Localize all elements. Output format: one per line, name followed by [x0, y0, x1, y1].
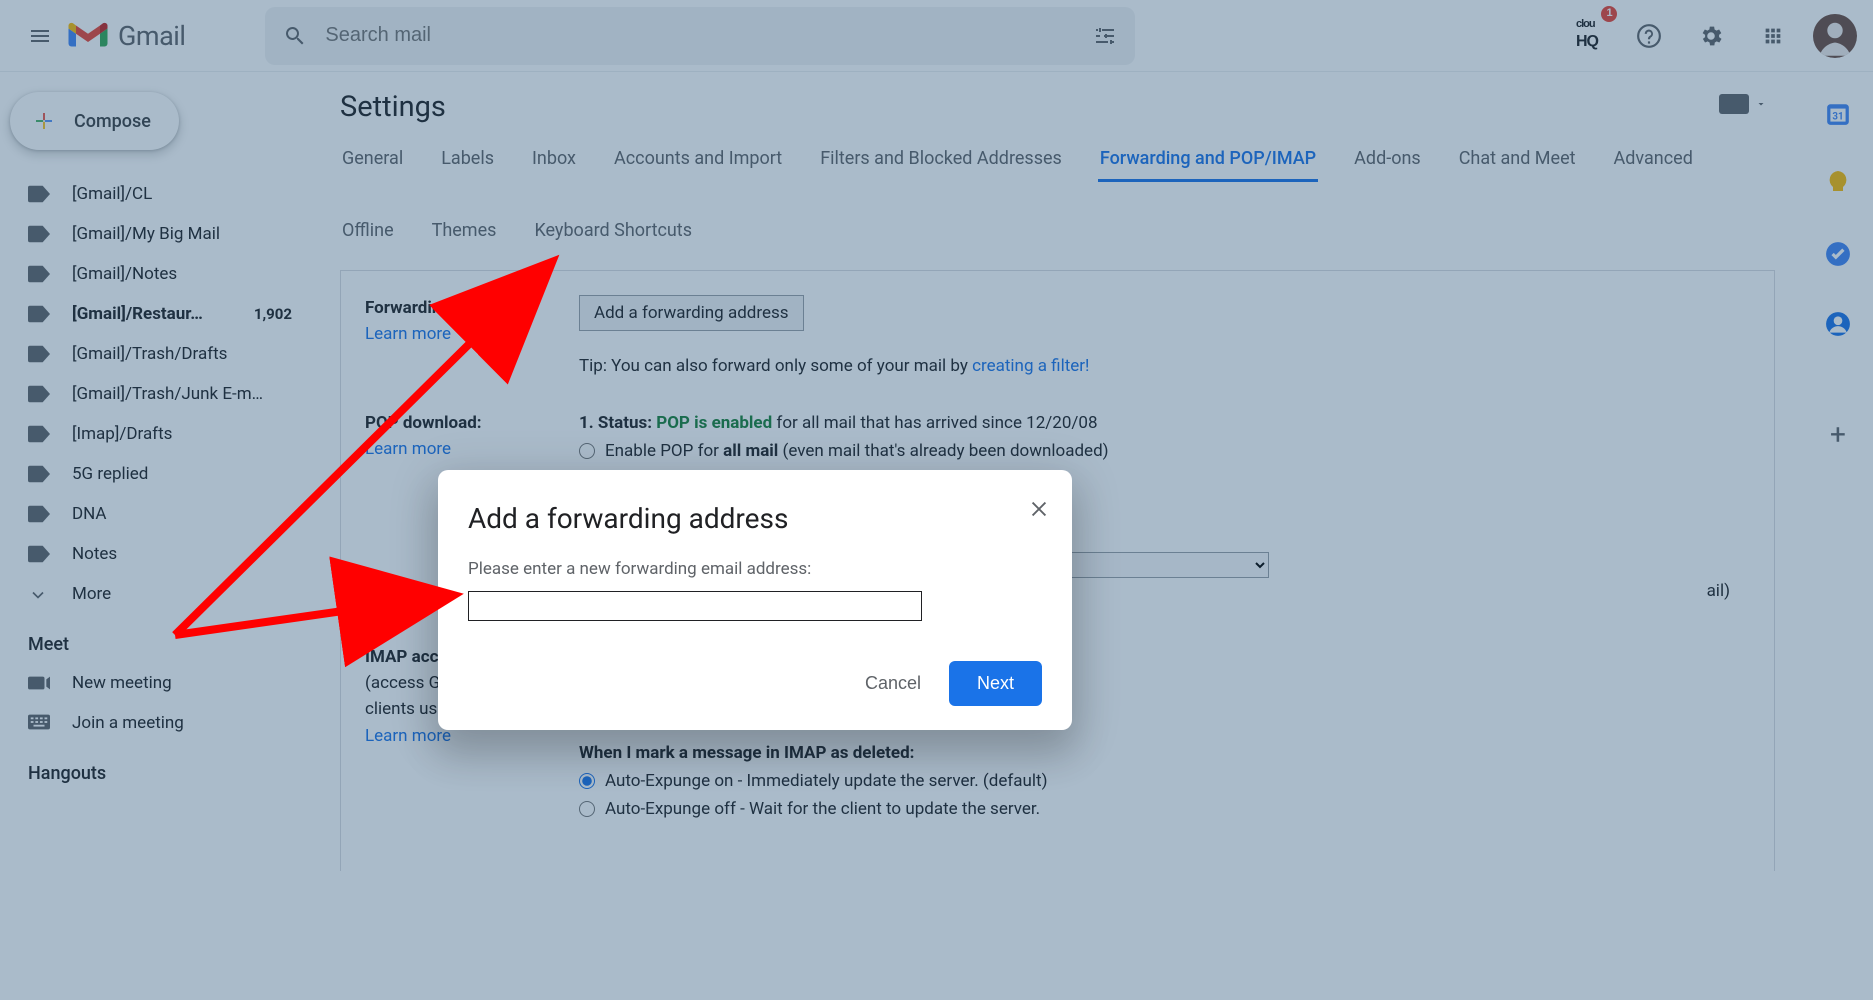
- next-button[interactable]: Next: [949, 661, 1042, 706]
- forwarding-email-input[interactable]: [468, 591, 922, 621]
- modal-close-button[interactable]: [1028, 498, 1050, 524]
- forwarding-address-modal: Add a forwarding address Please enter a …: [438, 470, 1072, 730]
- close-icon: [1028, 498, 1050, 520]
- cancel-button[interactable]: Cancel: [859, 663, 927, 704]
- modal-title: Add a forwarding address: [468, 502, 1042, 535]
- modal-prompt: Please enter a new forwarding email addr…: [468, 559, 1042, 579]
